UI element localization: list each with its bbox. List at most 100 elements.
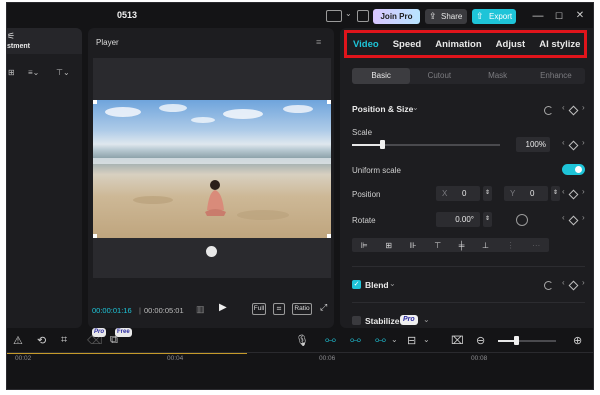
subtab-cutout[interactable]: Cutout xyxy=(410,68,468,84)
tab-adjustment[interactable]: stment xyxy=(7,43,30,50)
align-right-icon[interactable]: ⊪ xyxy=(410,241,417,250)
next-keyframe-icon[interactable]: › xyxy=(582,278,585,287)
chevron-down-icon[interactable]: ⌄ xyxy=(389,279,396,288)
close-icon[interactable]: ✕ xyxy=(573,9,587,23)
timeline-ruler[interactable]: 00:02 00:04 00:06 00:08 xyxy=(7,352,593,366)
zoom-out-icon[interactable]: ⊖ xyxy=(476,334,485,347)
prev-keyframe-icon[interactable]: ‹ xyxy=(562,213,565,222)
subtab-mask[interactable]: Mask xyxy=(469,68,527,84)
rotate-dial-icon[interactable] xyxy=(516,214,528,226)
zoom-in-icon[interactable]: ⊕ xyxy=(573,334,582,347)
crop-handle-bl[interactable] xyxy=(93,234,97,238)
scale-slider-thumb[interactable] xyxy=(379,140,385,149)
export-button[interactable]: ⇧ Export xyxy=(472,9,516,24)
keyframe-icon[interactable] xyxy=(568,215,579,226)
uniform-scale-toggle[interactable] xyxy=(562,164,585,175)
blend-checkbox[interactable]: ✓ xyxy=(352,280,361,289)
crop-handle-br[interactable] xyxy=(327,234,331,238)
layout-icon[interactable] xyxy=(326,10,342,22)
preview-axis-icon[interactable]: ⊟ xyxy=(407,334,416,347)
chevron-down-icon[interactable]: ⌄ xyxy=(391,335,398,344)
subtab-basic[interactable]: Basic xyxy=(352,68,411,84)
zoom-slider-thumb[interactable] xyxy=(514,336,519,345)
align-center-v-icon[interactable]: ╪ xyxy=(459,241,465,250)
align-left-icon[interactable]: ⊫ xyxy=(361,241,368,250)
stabilize-checkbox[interactable] xyxy=(352,316,361,325)
ratio-button[interactable]: Ratio xyxy=(292,303,312,315)
position-size-title[interactable]: Position & Size xyxy=(352,104,413,114)
distribute-h-icon[interactable]: ⋮ xyxy=(507,241,515,250)
minimize-icon[interactable]: — xyxy=(531,9,545,23)
prev-keyframe-icon[interactable]: ‹ xyxy=(562,278,565,287)
tab-speed[interactable]: Speed xyxy=(393,39,422,50)
keyframe-icon[interactable] xyxy=(568,140,579,151)
align-center-h-icon[interactable]: ⊞ xyxy=(385,241,392,250)
play-icon[interactable]: ▶ xyxy=(219,302,227,313)
menu-icon[interactable]: ≡ xyxy=(316,37,321,47)
snap-icon[interactable]: ⧟ xyxy=(375,334,386,347)
grid-view-icon[interactable]: ⊞ xyxy=(8,68,15,77)
maximize-icon[interactable]: ☐ xyxy=(552,9,566,23)
x-stepper[interactable]: ⇕ xyxy=(483,186,492,201)
share-button[interactable]: ⇪ Share xyxy=(425,9,467,24)
rotate-stepper[interactable]: ⇕ xyxy=(483,212,492,227)
sort-icon[interactable]: ≡⌄ xyxy=(28,68,39,77)
prev-keyframe-icon[interactable]: ‹ xyxy=(562,138,565,147)
chevron-down-icon[interactable]: ⌄ xyxy=(345,9,352,18)
link-icon[interactable]: ⧟ xyxy=(350,334,361,347)
adjustment-icon[interactable]: ⚟ xyxy=(7,31,15,42)
split-icon[interactable]: ⚠ xyxy=(13,334,23,347)
reset-icon[interactable] xyxy=(544,281,553,290)
next-keyframe-icon[interactable]: › xyxy=(582,213,585,222)
crop-handle-tr[interactable] xyxy=(327,100,331,104)
microphone-icon[interactable]: 🎙 xyxy=(295,334,309,347)
reset-icon[interactable] xyxy=(544,106,553,115)
chevron-down-icon[interactable]: ⌄ xyxy=(423,315,430,324)
video-preview[interactable] xyxy=(93,100,331,238)
tick-label: 00:02 xyxy=(15,355,32,362)
keyframe-icon[interactable] xyxy=(568,189,579,200)
keyframe-icon[interactable] xyxy=(568,280,579,291)
next-keyframe-icon[interactable]: › xyxy=(582,187,585,196)
stabilize-title[interactable]: Stabilize xyxy=(365,316,399,326)
keyframe-icon[interactable] xyxy=(568,105,579,116)
crop-handle-tl[interactable] xyxy=(93,100,97,104)
full-button[interactable]: Full xyxy=(252,303,266,315)
shortcut-icon[interactable] xyxy=(357,10,369,22)
align-top-icon[interactable]: ⊤ xyxy=(434,241,441,250)
y-stepper[interactable]: ⇕ xyxy=(551,186,560,201)
align-bottom-icon[interactable]: ⊥ xyxy=(482,241,489,250)
tab-animation[interactable]: Animation xyxy=(435,39,481,50)
timeline-grid-icon[interactable]: ▥ xyxy=(196,304,205,315)
chevron-down-icon[interactable]: ⌄ xyxy=(412,103,419,112)
position-y-field[interactable]: Y 0 xyxy=(504,186,548,201)
filter-icon[interactable]: ⊤⌄ xyxy=(56,68,70,77)
tab-adjust[interactable]: Adjust xyxy=(496,39,526,50)
rotate-value-field[interactable]: 0.00° xyxy=(436,212,480,227)
video-subtabs: Basic Cutout Mask Enhance xyxy=(352,68,585,84)
loop-icon[interactable]: ⟲ xyxy=(37,334,46,347)
chevron-down-icon[interactable]: ⌄ xyxy=(423,335,430,344)
free-badge: Free xyxy=(115,328,132,337)
prev-keyframe-icon[interactable]: ‹ xyxy=(562,187,565,196)
distribute-v-icon[interactable]: ⋯ xyxy=(532,241,540,250)
crop-icon[interactable]: ⌗ xyxy=(61,334,67,347)
blend-title[interactable]: Blend xyxy=(365,280,389,290)
prev-keyframe-icon[interactable]: ‹ xyxy=(562,103,565,112)
tab-ai-stylize[interactable]: AI stylize xyxy=(539,39,580,50)
next-keyframe-icon[interactable]: › xyxy=(582,138,585,147)
export-label: Export xyxy=(489,12,513,21)
position-x-field[interactable]: X 0 xyxy=(436,186,480,201)
tab-video[interactable]: Video xyxy=(353,39,379,50)
next-keyframe-icon[interactable]: › xyxy=(582,103,585,112)
crop-icon[interactable]: ⌗ xyxy=(273,303,285,315)
y-label: Y xyxy=(510,189,516,198)
fit-timeline-icon[interactable]: ⌧ xyxy=(451,334,464,347)
rotate-handle-icon[interactable] xyxy=(206,246,217,257)
subtab-enhance[interactable]: Enhance xyxy=(527,68,585,84)
join-pro-button[interactable]: Join Pro xyxy=(373,9,420,24)
scale-value-field[interactable]: 100% xyxy=(516,137,550,152)
player-title: Player xyxy=(96,38,119,47)
fullscreen-icon[interactable]: ⤢ xyxy=(320,302,327,313)
magnet-icon[interactable]: ⧟ xyxy=(325,334,336,347)
